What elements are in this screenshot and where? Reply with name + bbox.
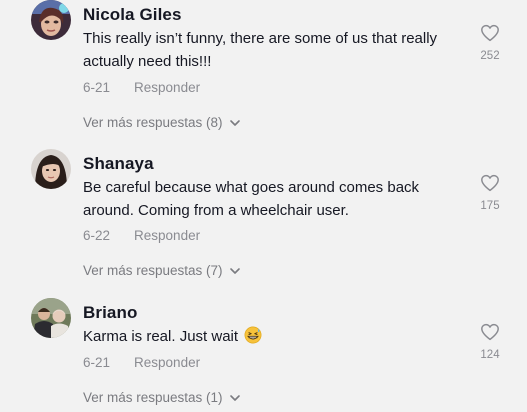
comment-item: Shanaya Be careful because what goes aro…	[0, 149, 527, 289]
like-control: 175	[476, 174, 504, 212]
comment-item: Nicola Giles This really isn’t funny, th…	[0, 0, 527, 140]
comment-meta: 6-22 Responder	[83, 228, 200, 243]
heart-icon[interactable]	[480, 24, 500, 42]
view-more-replies-button[interactable]: Ver más respuestas (8)	[83, 115, 241, 130]
comment-meta: 6-21 Responder	[83, 80, 200, 95]
grinning-sweat-emoji-icon	[244, 326, 262, 344]
chevron-down-icon	[229, 267, 240, 274]
like-control: 252	[476, 24, 504, 62]
like-count: 124	[480, 349, 500, 361]
comment-username[interactable]: Shanaya	[83, 154, 154, 174]
comment-item: Briano Karma is real. Just wait 6-21 Resp…	[0, 298, 527, 412]
comment-username[interactable]: Briano	[83, 303, 137, 323]
avatar[interactable]	[31, 149, 71, 189]
view-more-replies-button[interactable]: Ver más respuestas (7)	[83, 263, 241, 278]
comment-text: Karma is real. Just wait	[83, 325, 463, 348]
avatar[interactable]	[31, 298, 71, 338]
heart-icon[interactable]	[480, 323, 500, 341]
reply-button[interactable]: Responder	[134, 80, 200, 95]
avatar-photo-icon	[31, 149, 71, 189]
comment-username[interactable]: Nicola Giles	[83, 5, 182, 25]
chevron-down-icon	[229, 119, 240, 126]
comment-text: This really isn’t funny, there are some …	[83, 30, 438, 70]
comment-text: Be careful because what goes around come…	[83, 179, 420, 219]
view-more-replies-label: Ver más respuestas (7)	[83, 263, 223, 278]
view-more-replies-label: Ver más respuestas (8)	[83, 115, 223, 130]
reply-button[interactable]: Responder	[134, 228, 200, 243]
comment-date: 6-21	[83, 355, 111, 370]
heart-icon[interactable]	[480, 174, 500, 192]
reply-button[interactable]: Responder	[134, 355, 200, 370]
comment-meta: 6-21 Responder	[83, 355, 200, 370]
view-more-replies-label: Ver más respuestas (1)	[83, 390, 223, 405]
avatar-photo-icon	[31, 0, 71, 40]
like-control: 124	[476, 323, 504, 361]
avatar-photo-icon	[31, 298, 71, 338]
comment-text-body: Karma is real. Just wait	[83, 328, 239, 345]
comment-list: Nicola Giles This really isn’t funny, th…	[0, 0, 527, 412]
comment-date: 6-21	[83, 80, 111, 95]
view-more-replies-button[interactable]: Ver más respuestas (1)	[83, 390, 241, 405]
chevron-down-icon	[229, 394, 240, 401]
like-count: 175	[480, 200, 500, 212]
comment-date: 6-22	[83, 228, 111, 243]
avatar[interactable]	[31, 0, 71, 40]
like-count: 252	[480, 50, 500, 62]
